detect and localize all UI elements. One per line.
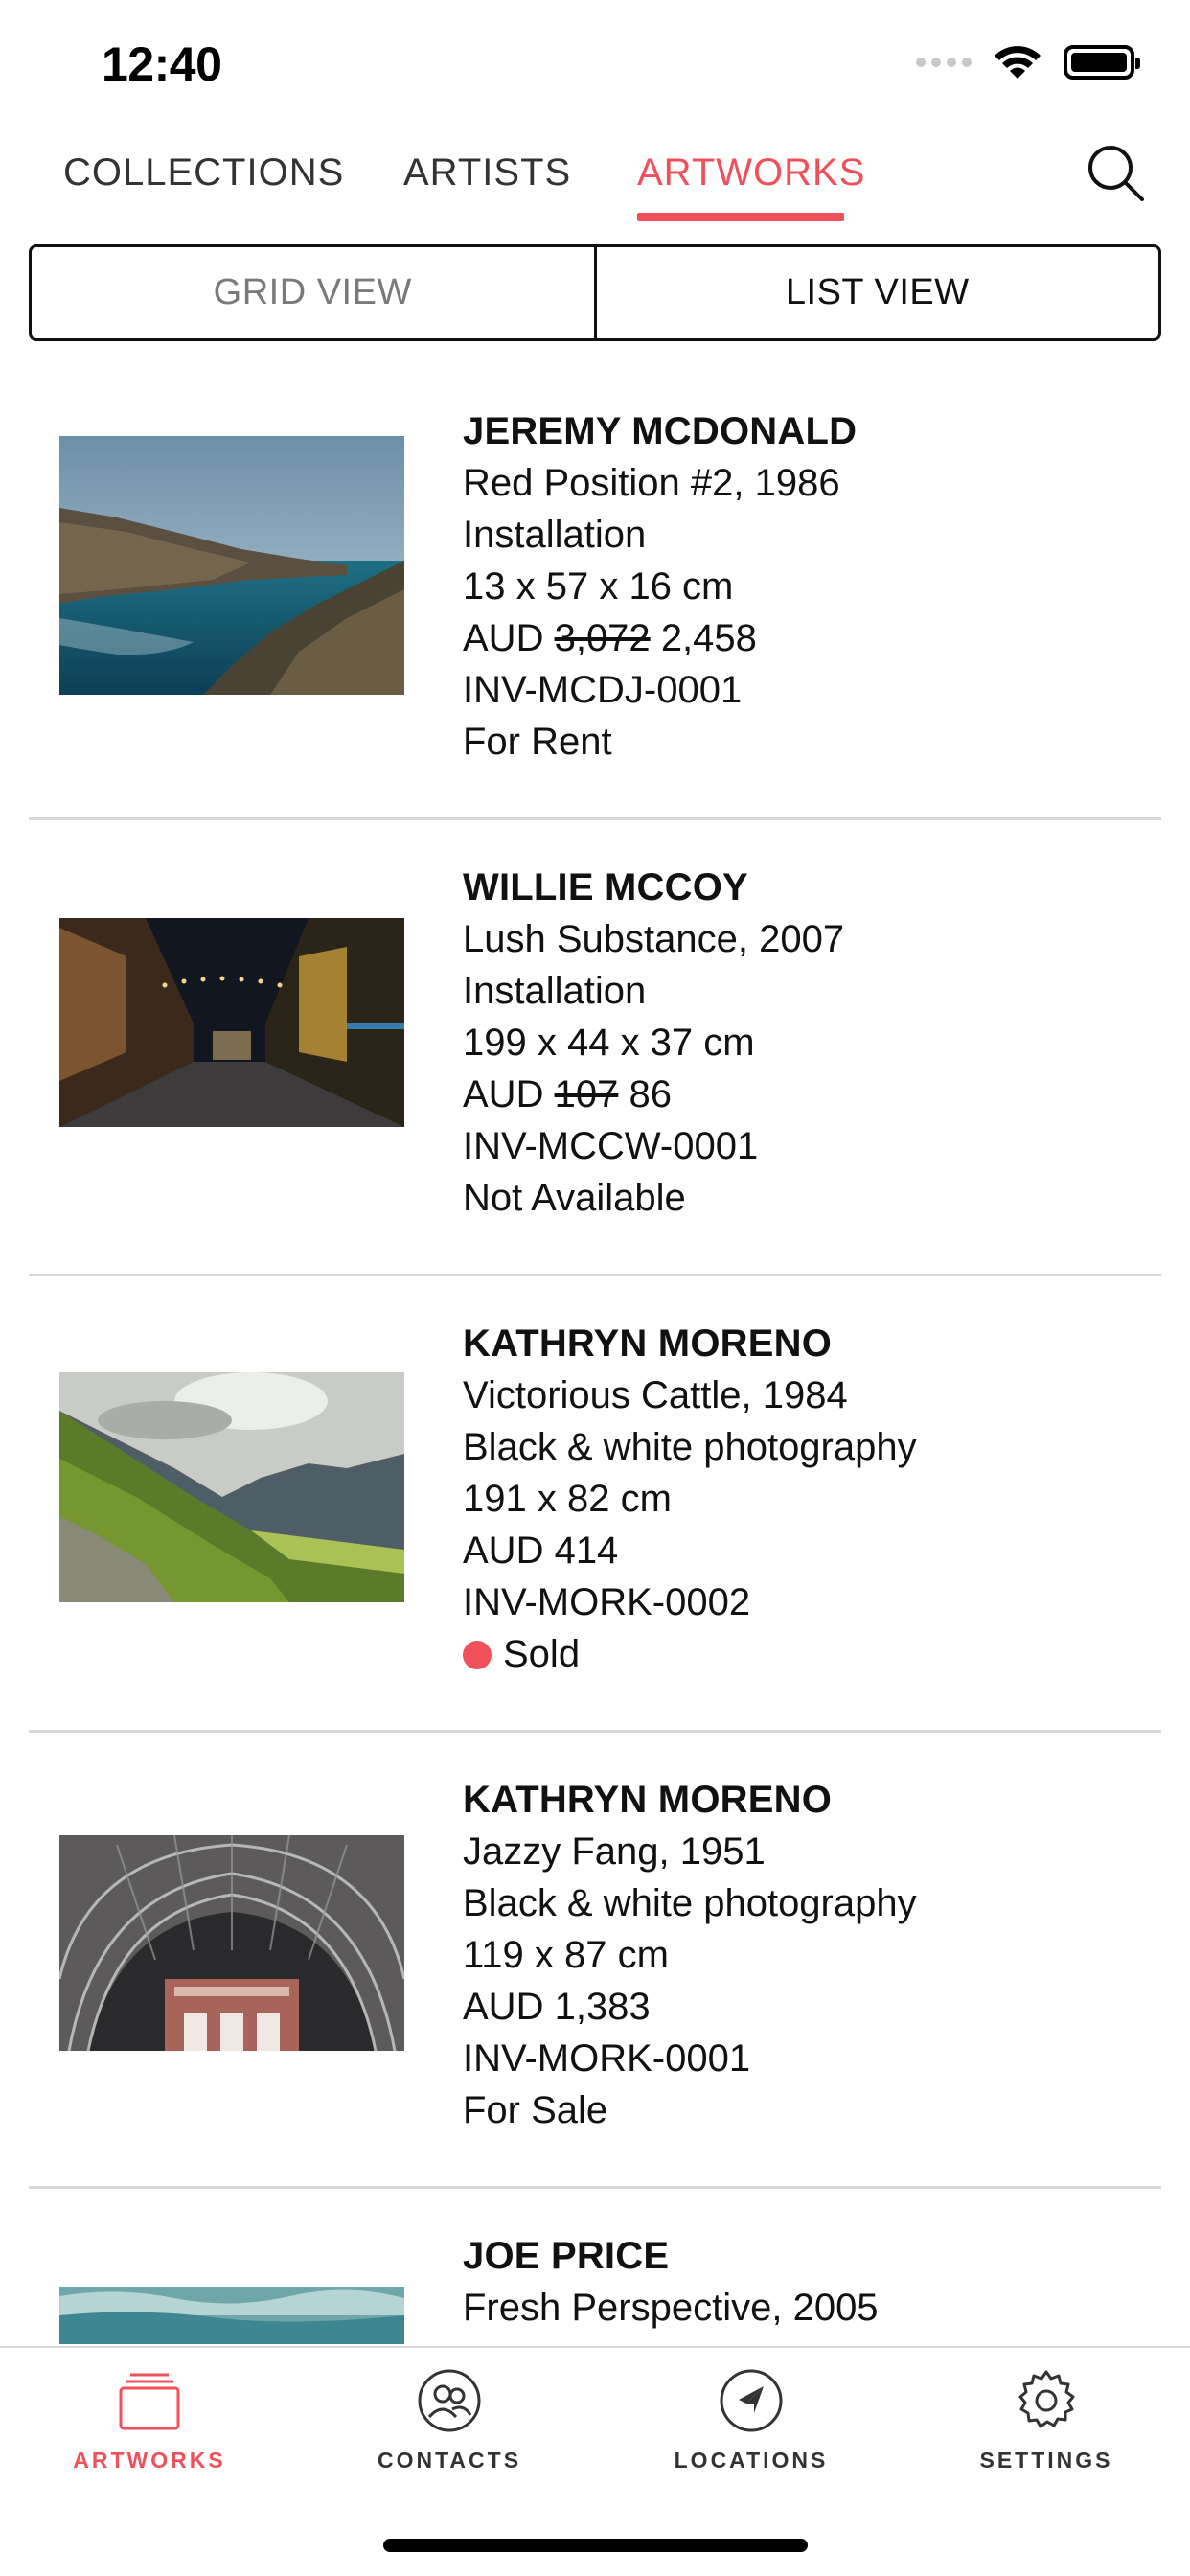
availability-status: For Sale (463, 2089, 608, 2131)
gear-icon (1018, 2370, 1075, 2428)
artwork-row[interactable]: KATHRYN MORENO Victorious Cattle, 1984 B… (29, 1276, 1161, 1733)
availability-status: For Rent (463, 721, 612, 763)
artwork-price: AUD 414 (463, 1530, 619, 1572)
status-bar: 12:40 (0, 0, 1190, 125)
arched-hall-image (59, 1835, 404, 2051)
artworks-icon (119, 2373, 180, 2430)
artwork-info: KATHRYN MORENO Jazzy Fang, 1951 Black & … (463, 1774, 917, 2136)
artwork-info: KATHRYN MORENO Victorious Cattle, 1984 B… (463, 1318, 917, 1680)
artwork-dimensions: 199 x 44 x 37 cm (463, 1022, 755, 1064)
original-price: 107 (554, 1073, 619, 1116)
artwork-title: Lush Substance, 2007 (463, 918, 845, 960)
artwork-medium: Black & white photography (463, 1426, 917, 1468)
search-button[interactable] (1083, 140, 1150, 207)
home-indicator[interactable] (383, 2539, 808, 2552)
grid-view-button[interactable]: GRID VIEW (32, 247, 597, 338)
wifi-icon (995, 46, 1041, 79)
tabbar-contacts[interactable]: CONTACTS (344, 2367, 555, 2473)
battery-icon (1064, 45, 1140, 80)
locations-icon (720, 2369, 783, 2432)
inventory-number: INV-MORK-0002 (463, 1581, 751, 1623)
tabbar-locations[interactable]: LOCATIONS (646, 2367, 857, 2473)
artwork-title: Red Position #2, 1986 (463, 462, 840, 504)
artwork-title: Victorious Cattle, 1984 (463, 1374, 848, 1416)
artwork-dimensions: 13 x 57 x 16 cm (463, 565, 734, 608)
original-price: 3,072 (554, 617, 651, 659)
list-view-button[interactable]: LIST VIEW (597, 247, 1159, 338)
availability-status: Sold (463, 1628, 917, 1680)
tab-collections[interactable]: COLLECTIONS (63, 151, 344, 195)
artwork-info: WILLIE MCCOY Lush Substance, 2007 Instal… (463, 862, 844, 1224)
top-tabs: COLLECTIONS ARTISTS ARTWORKS (0, 134, 1190, 226)
tabbar-label: ARTWORKS (73, 2448, 226, 2472)
night-street-image (59, 918, 404, 1127)
discounted-price: 2,458 (660, 617, 757, 659)
availability-status: Not Available (463, 1177, 686, 1219)
view-toggle: GRID VIEW LIST VIEW (29, 244, 1161, 341)
artwork-medium: Installation (463, 970, 647, 1012)
tabbar-settings[interactable]: SETTINGS (941, 2367, 1152, 2473)
inventory-number: INV-MCDJ-0001 (463, 669, 743, 711)
discounted-price: 86 (629, 1073, 672, 1116)
status-icons (916, 44, 1140, 80)
tabbar-label: CONTACTS (377, 2448, 522, 2472)
coastline-image (59, 436, 404, 695)
artwork-price: AUD 1,383 (463, 1986, 651, 2028)
artwork-info: JEREMY MCDONALD Red Position #2, 1986 In… (463, 405, 857, 768)
artwork-medium: Installation (463, 514, 647, 556)
artwork-dimensions: 119 x 87 cm (463, 1934, 669, 1976)
inventory-number: INV-MCCW-0001 (463, 1125, 759, 1167)
artwork-price: AUD 107 86 (463, 1069, 844, 1120)
artwork-row[interactable]: JOE PRICE Fresh Perspective, 2005 (29, 2189, 1161, 2346)
artist-name: JOE PRICE (463, 2235, 670, 2277)
price-currency: AUD (463, 617, 544, 659)
tabbar-label: SETTINGS (979, 2448, 1113, 2472)
artwork-medium: Black & white photography (463, 1882, 917, 1924)
tabbar-artworks[interactable]: ARTWORKS (44, 2367, 255, 2473)
status-time: 12:40 (102, 37, 222, 91)
artist-name: JEREMY MCDONALD (463, 410, 858, 452)
artist-name: KATHRYN MORENO (463, 1322, 833, 1365)
artwork-row[interactable]: WILLIE MCCOY Lush Substance, 2007 Instal… (29, 820, 1161, 1276)
active-tab-indicator (637, 213, 844, 221)
cellular-signal-icon (916, 58, 972, 67)
price-currency: AUD (463, 1073, 544, 1116)
tab-artists[interactable]: ARTISTS (403, 151, 571, 195)
search-icon (1088, 146, 1144, 201)
mountain-valley-image (59, 1372, 404, 1602)
artwork-title: Jazzy Fang, 1951 (463, 1830, 766, 1873)
tab-artworks[interactable]: ARTWORKS (637, 151, 865, 195)
artwork-row[interactable]: JEREMY MCDONALD Red Position #2, 1986 In… (29, 364, 1161, 820)
artwork-list[interactable]: JEREMY MCDONALD Red Position #2, 1986 In… (0, 364, 1190, 2346)
contacts-icon (418, 2369, 481, 2432)
status-label: Sold (503, 1633, 581, 1675)
artwork-dimensions: 191 x 82 cm (463, 1478, 672, 1520)
artwork-price: AUD 3,072 2,458 (463, 612, 857, 664)
inventory-number: INV-MORK-0001 (463, 2037, 751, 2080)
artwork-info: JOE PRICE Fresh Perspective, 2005 (463, 2230, 879, 2334)
artist-name: WILLIE MCCOY (463, 866, 748, 908)
tabbar-label: LOCATIONS (674, 2448, 829, 2472)
artwork-row[interactable]: KATHRYN MORENO Jazzy Fang, 1951 Black & … (29, 1733, 1161, 2189)
sea-image (59, 2287, 404, 2344)
artwork-title: Fresh Perspective, 2005 (463, 2287, 879, 2329)
artist-name: KATHRYN MORENO (463, 1779, 833, 1821)
sold-indicator-icon (463, 1641, 492, 1669)
